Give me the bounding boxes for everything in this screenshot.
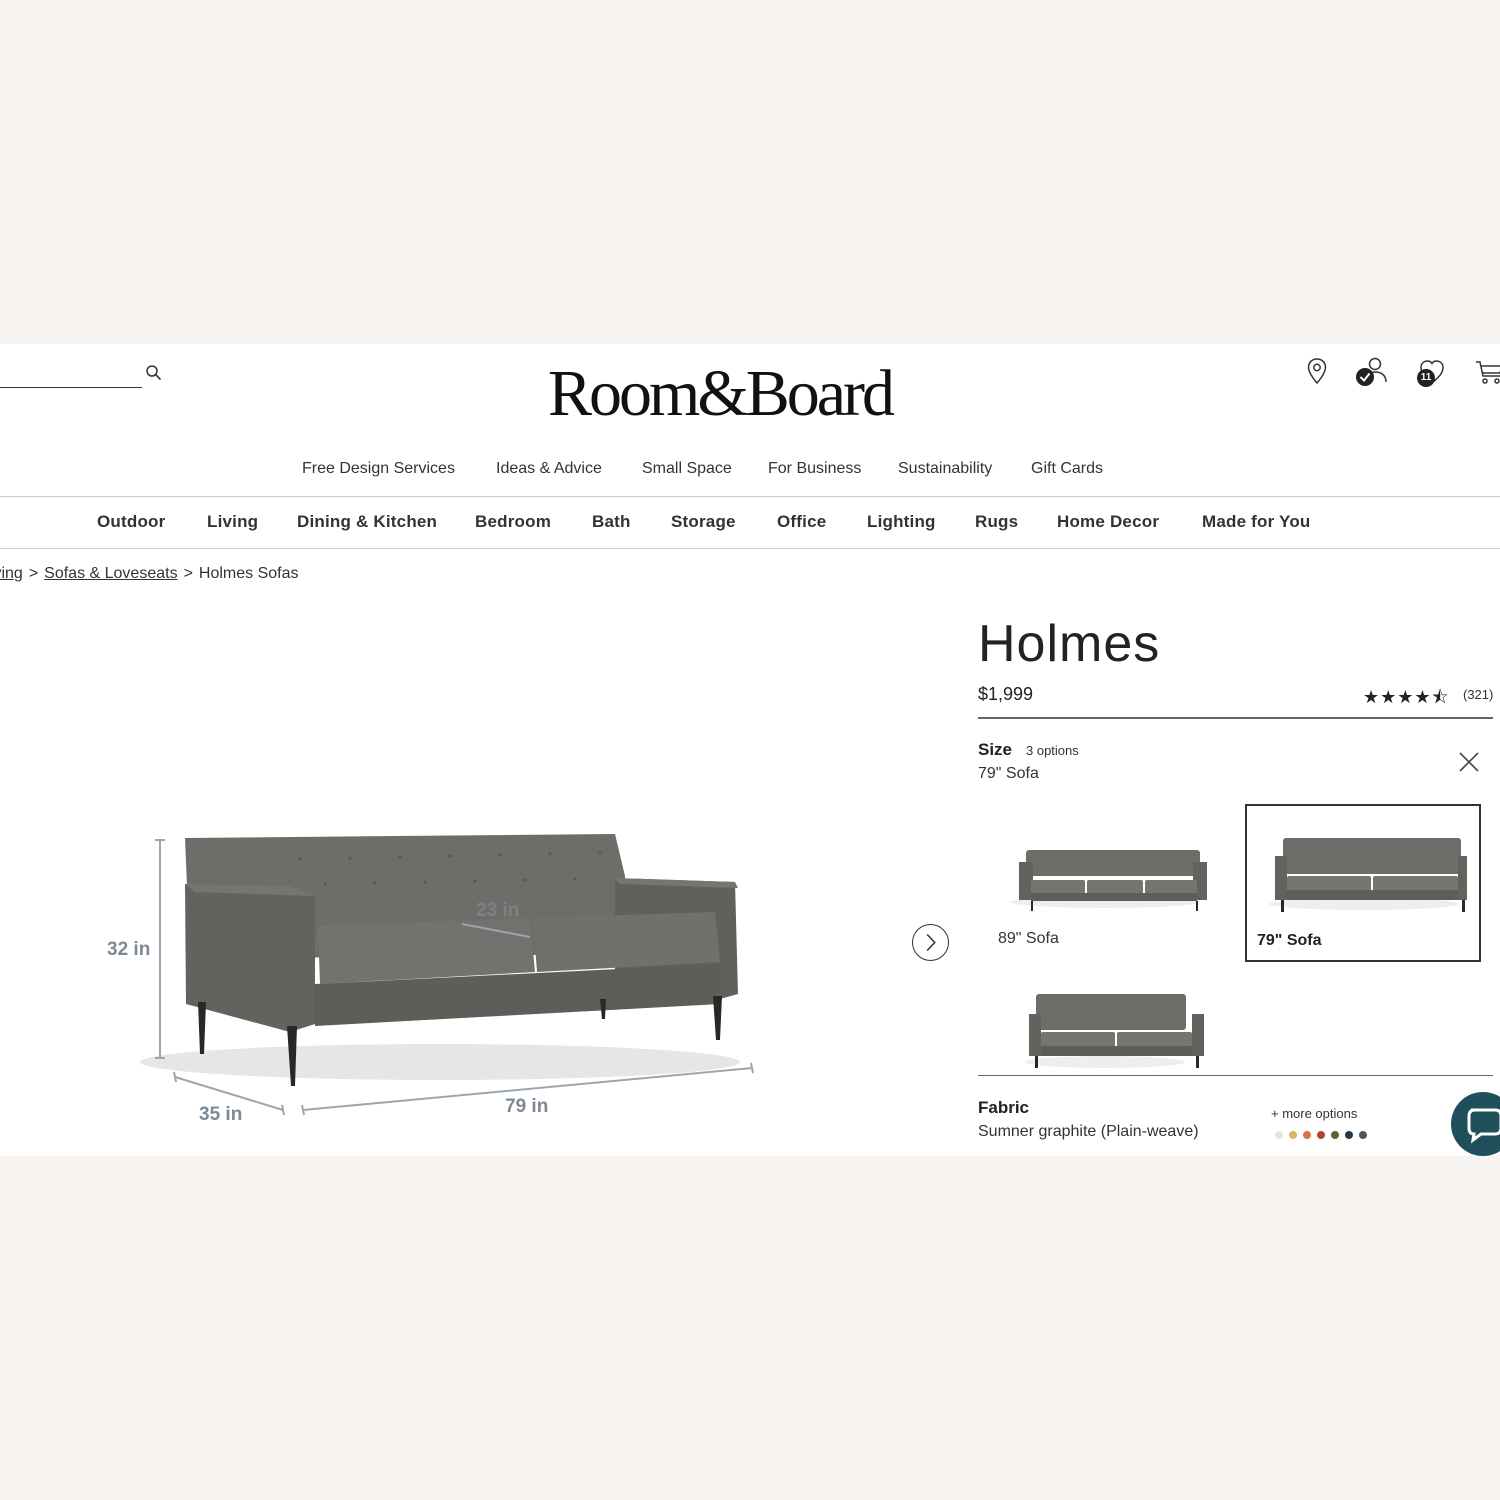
close-icon (1459, 752, 1479, 772)
fabric-selected-value: Sumner graphite (Plain-weave) (978, 1123, 1199, 1140)
util-nav-design-services[interactable]: Free Design Services (302, 460, 455, 478)
util-nav-gift-cards[interactable]: Gift Cards (1031, 460, 1103, 478)
fabric-swatch[interactable] (1275, 1131, 1283, 1139)
fabric-swatch[interactable] (1303, 1131, 1311, 1139)
sofa-product-image[interactable] (0, 814, 900, 1144)
breadcrumb-living[interactable]: Living (0, 565, 23, 582)
fabric-label: Fabric (978, 1098, 1030, 1117)
cat-nav-storage[interactable]: Storage (671, 512, 736, 532)
size-label: Size (978, 740, 1013, 759)
rating-count[interactable]: (321) (1463, 687, 1493, 702)
size-option-89-sofa[interactable]: 89" Sofa (988, 804, 1224, 962)
fabric-swatch[interactable] (1331, 1131, 1339, 1139)
account-icon[interactable] (1355, 356, 1389, 386)
next-image-button[interactable] (912, 924, 949, 961)
cat-nav-lighting[interactable]: Lighting (867, 512, 936, 532)
close-size-panel-button[interactable] (1458, 751, 1480, 773)
breadcrumb-separator: > (183, 565, 193, 582)
chat-bubble-icon (1467, 1108, 1500, 1144)
search-input[interactable] (0, 364, 142, 387)
cart-icon[interactable] (1474, 356, 1500, 386)
cat-nav-home-decor[interactable]: Home Decor (1057, 512, 1159, 532)
utility-nav: Free Design Services Ideas & Advice Smal… (0, 460, 1500, 482)
size-option-loveseat[interactable] (988, 962, 1224, 1074)
cat-nav-rugs[interactable]: Rugs (975, 512, 1018, 532)
cat-nav-bath[interactable]: Bath (592, 512, 631, 532)
fabric-swatch[interactable] (1345, 1131, 1353, 1139)
fabric-swatch[interactable] (1359, 1131, 1367, 1139)
size-option-79-sofa[interactable]: 79" Sofa (1245, 804, 1481, 962)
search-field[interactable] (0, 364, 142, 388)
size-option-thumbnail (1010, 850, 1207, 911)
fabric-swatch[interactable] (1289, 1131, 1297, 1139)
chevron-right-icon (926, 933, 936, 952)
cat-nav-made-for-you[interactable]: Made for You (1202, 512, 1311, 532)
breadcrumb-sofas-loveseats[interactable]: Sofas & Loveseats (44, 565, 177, 582)
product-rating[interactable]: ★★★★⯪ (321) (1363, 685, 1493, 707)
dimension-seat-depth: 23 in (476, 900, 520, 921)
product-title: Holmes (978, 615, 1161, 673)
size-option-label: 79" Sofa (1257, 932, 1322, 949)
dimension-width: 79 in (505, 1096, 549, 1117)
fabric-more-options-link[interactable]: + more options (1271, 1106, 1357, 1121)
breadcrumb: Living > Sofas & Loveseats > Holmes Sofas (0, 565, 299, 585)
size-options-count: 3 options (1026, 743, 1079, 758)
breadcrumb-separator: > (28, 565, 39, 582)
size-option-thumbnail (1025, 994, 1204, 1068)
breadcrumb-current: Holmes Sofas (198, 565, 299, 582)
search-icon[interactable] (145, 364, 163, 382)
chat-button[interactable] (1451, 1092, 1500, 1156)
util-nav-ideas-advice[interactable]: Ideas & Advice (496, 460, 602, 478)
fabric-swatch[interactable] (1317, 1131, 1325, 1139)
size-selected-value: 79" Sofa (978, 765, 1039, 782)
size-option-thumbnail (1269, 838, 1467, 912)
rating-stars-icon: ★★★★⯪ (1363, 687, 1450, 707)
brand-logo[interactable]: Room&Board (520, 350, 920, 438)
location-pin-icon[interactable] (1302, 356, 1332, 386)
dimension-depth: 35 in (199, 1104, 243, 1125)
cat-nav-outdoor[interactable]: Outdoor (97, 512, 165, 532)
category-nav: Outdoor Living Dining & Kitchen Bedroom … (0, 496, 1500, 549)
util-nav-sustainability[interactable]: Sustainability (898, 460, 992, 478)
cat-nav-dining-kitchen[interactable]: Dining & Kitchen (297, 512, 437, 532)
divider (978, 717, 1493, 719)
size-option-label: 89" Sofa (998, 930, 1059, 947)
fabric-swatches[interactable] (1275, 1126, 1373, 1139)
util-nav-small-space[interactable]: Small Space (642, 460, 732, 478)
util-nav-for-business[interactable]: For Business (768, 460, 861, 478)
cat-nav-living[interactable]: Living (207, 512, 258, 532)
wishlist-count-badge: 11 (1417, 369, 1435, 387)
divider (978, 1075, 1493, 1076)
cat-nav-bedroom[interactable]: Bedroom (475, 512, 551, 532)
dimension-height: 32 in (107, 939, 151, 960)
page-frame: Room&Board 11 Free Design Services Ideas… (0, 344, 1500, 1156)
cat-nav-office[interactable]: Office (777, 512, 826, 532)
product-price: $1,999 (978, 684, 1034, 704)
